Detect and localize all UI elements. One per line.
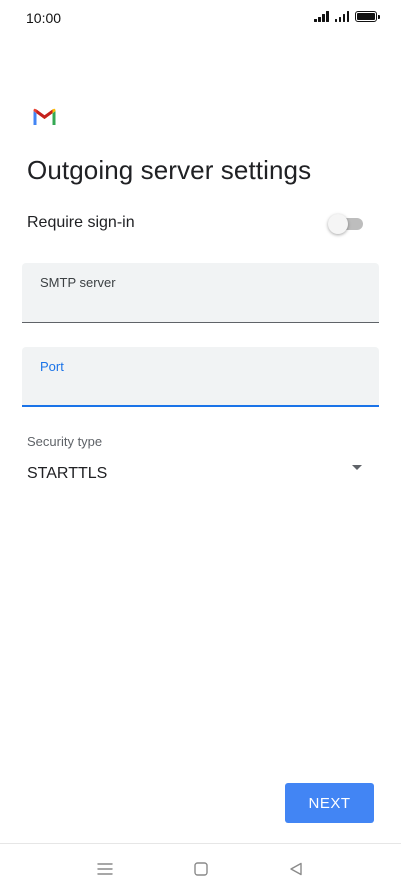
status-icons — [314, 11, 380, 22]
toggle-thumb — [328, 214, 348, 234]
gmail-logo-icon — [33, 108, 56, 125]
require-signin-row[interactable]: Require sign-in — [27, 212, 365, 236]
require-signin-toggle[interactable] — [328, 214, 363, 234]
require-signin-label: Require sign-in — [27, 214, 135, 231]
battery-icon — [355, 11, 380, 22]
port-field[interactable]: Port — [22, 347, 379, 407]
next-button[interactable]: NEXT — [285, 783, 374, 823]
status-time: 10:00 — [26, 10, 62, 26]
signal-icon — [314, 11, 329, 22]
chevron-down-icon — [352, 465, 362, 470]
port-label: Port — [40, 359, 64, 374]
back-icon[interactable] — [284, 857, 308, 881]
security-type-value: STARTTLS — [27, 465, 108, 482]
smtp-server-field[interactable]: SMTP server — [22, 263, 379, 323]
smtp-server-label: SMTP server — [40, 275, 116, 290]
menu-icon[interactable] — [93, 857, 117, 881]
security-type-dropdown[interactable]: STARTTLS — [27, 460, 365, 488]
home-icon[interactable] — [189, 857, 213, 881]
security-type-label: Security type — [27, 434, 103, 449]
page-title: Outgoing server settings — [27, 155, 312, 185]
signal-icon — [334, 11, 349, 22]
navigation-bar — [0, 843, 401, 892]
status-bar: 10:00 — [0, 0, 401, 36]
